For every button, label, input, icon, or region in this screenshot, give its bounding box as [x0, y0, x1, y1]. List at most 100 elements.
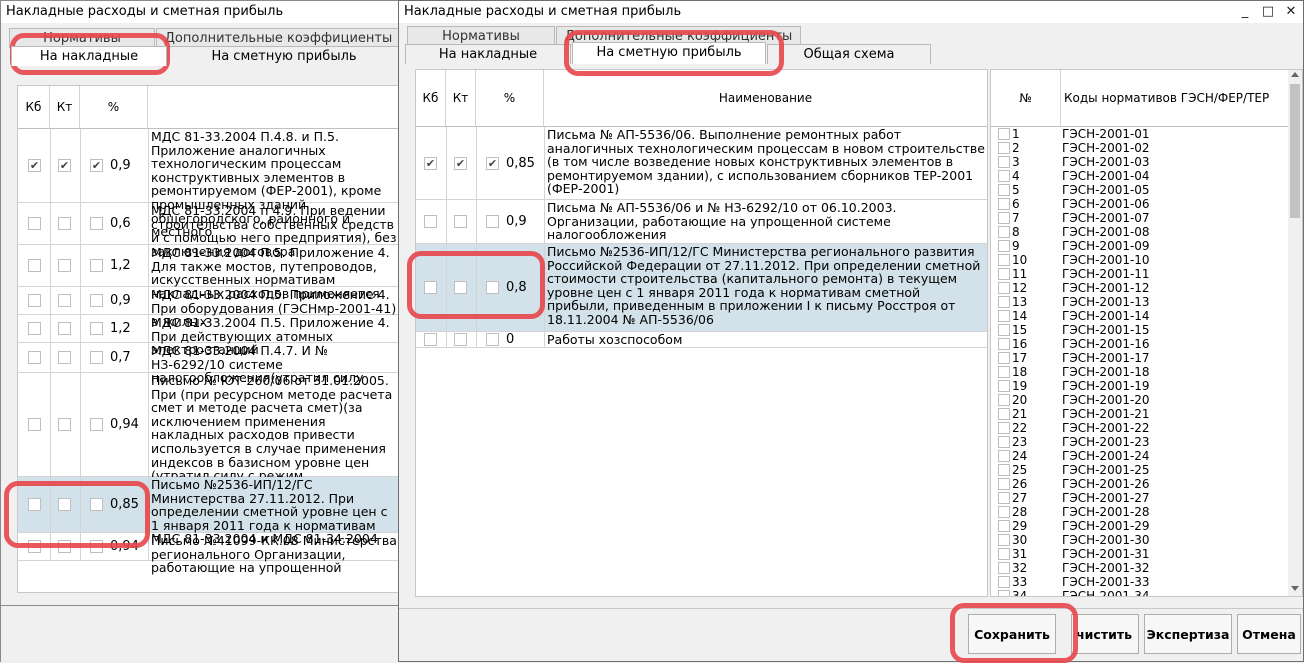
code-item[interactable]: 33 ГЭСН-2001-33 [991, 575, 1271, 589]
tab-overhead[interactable]: На накладные [405, 44, 571, 64]
maximize-icon[interactable]: □ [1260, 4, 1276, 20]
kb-checkbox[interactable] [28, 217, 41, 230]
kb-checkbox[interactable] [28, 351, 41, 364]
code-item[interactable]: 9 ГЭСН-2001-09 [991, 239, 1271, 253]
code-checkbox[interactable] [998, 394, 1010, 406]
code-checkbox[interactable] [998, 212, 1010, 224]
code-item[interactable]: 29 ГЭСН-2001-29 [991, 519, 1271, 533]
code-checkbox[interactable] [998, 590, 1010, 596]
kt-checkbox[interactable] [454, 281, 467, 294]
tab-profit[interactable]: На сметную прибыль [572, 42, 766, 64]
code-item[interactable]: 17 ГЭСН-2001-17 [991, 351, 1271, 365]
code-checkbox[interactable] [998, 352, 1010, 364]
pct-checkbox[interactable] [486, 333, 499, 346]
tab-normatives[interactable]: Нормативы [407, 26, 555, 46]
kb-checkbox[interactable] [28, 294, 41, 307]
kt-checkbox[interactable]: ✔ [454, 157, 467, 170]
pct-checkbox[interactable] [90, 351, 103, 364]
code-item[interactable]: 2 ГЭСН-2001-02 [991, 141, 1271, 155]
close-icon[interactable]: ✕ [1283, 4, 1299, 20]
code-item[interactable]: 27 ГЭСН-2001-27 [991, 491, 1271, 505]
tab-general-scheme[interactable]: Общая схема [767, 44, 931, 64]
code-checkbox[interactable] [998, 156, 1010, 168]
code-checkbox[interactable] [998, 324, 1010, 336]
code-checkbox[interactable] [998, 338, 1010, 350]
code-item[interactable]: 14 ГЭСН-2001-14 [991, 309, 1271, 323]
code-item[interactable]: 10 ГЭСН-2001-10 [991, 253, 1271, 267]
table-row[interactable]: 0,94 Письмо №41099-КК.08 Министерства рег… [18, 533, 400, 574]
table-row[interactable]: 0,8 Письмо №2536-ИП/12/ГС Министерства ре… [416, 244, 987, 332]
code-item[interactable]: 21 ГЭСН-2001-21 [991, 407, 1271, 421]
table-row[interactable]: 1,2 МДС 81-33.2004 П.5. Приложение 4. Для… [18, 245, 400, 300]
scroll-thumb[interactable] [1290, 84, 1300, 218]
kb-checkbox[interactable]: ✔ [424, 157, 437, 170]
pct-checkbox[interactable] [90, 217, 103, 230]
kb-checkbox[interactable] [28, 498, 41, 511]
code-checkbox[interactable] [998, 408, 1010, 420]
table-row[interactable]: 0,94 Письмо № ЮТ-260/06 от 31.01.2005. Пр… [18, 373, 400, 496]
clear-button[interactable]: чистить [1071, 614, 1139, 654]
code-item[interactable]: 15 ГЭСН-2001-15 [991, 323, 1271, 337]
code-item[interactable]: 8 ГЭСН-2001-08 [991, 225, 1271, 239]
code-checkbox[interactable] [998, 576, 1010, 588]
code-checkbox[interactable] [998, 282, 1010, 294]
kb-checkbox[interactable] [28, 259, 41, 272]
kb-checkbox[interactable] [424, 333, 437, 346]
code-item[interactable]: 22 ГЭСН-2001-22 [991, 421, 1271, 435]
kt-checkbox[interactable]: ✔ [58, 159, 71, 172]
kb-checkbox[interactable] [28, 322, 41, 335]
kt-checkbox[interactable] [454, 333, 467, 346]
table-row[interactable]: 0,9 Письма № АП-5536/06 и № НЗ-6292/10 от… [416, 200, 987, 244]
code-item[interactable]: 32 ГЭСН-2001-32 [991, 561, 1271, 575]
pct-checkbox[interactable] [90, 294, 103, 307]
code-checkbox[interactable] [998, 268, 1010, 280]
code-item[interactable]: 31 ГЭСН-2001-31 [991, 547, 1271, 561]
table-row[interactable]: 0,9 МДС 81-33.2004 П.5. Приложение 4. При… [18, 287, 400, 328]
kt-checkbox[interactable] [454, 215, 467, 228]
table-row[interactable]: 0,85 Письмо №2536-ИП/12/ГС Министерства 2… [18, 477, 400, 546]
table-row[interactable]: 0 Работы хозспособом [416, 332, 987, 348]
pct-checkbox[interactable] [90, 498, 103, 511]
table-row[interactable]: ✔ ✔ ✔ 0,9 МДС 81-33.2004 П.4.8. и П.5. Прило… [18, 129, 400, 238]
pct-checkbox[interactable] [486, 215, 499, 228]
kt-checkbox[interactable] [58, 217, 71, 230]
kt-checkbox[interactable] [58, 322, 71, 335]
code-item[interactable]: 7 ГЭСН-2001-07 [991, 211, 1271, 225]
code-checkbox[interactable] [998, 464, 1010, 476]
code-item[interactable]: 20 ГЭСН-2001-20 [991, 393, 1271, 407]
codes-scrollbar[interactable] [1288, 70, 1302, 596]
code-checkbox[interactable] [998, 366, 1010, 378]
code-checkbox[interactable] [998, 240, 1010, 252]
code-checkbox[interactable] [998, 184, 1010, 196]
pct-checkbox[interactable] [90, 259, 103, 272]
code-checkbox[interactable] [998, 450, 1010, 462]
code-item[interactable]: 13 ГЭСН-2001-13 [991, 295, 1271, 309]
pct-checkbox[interactable]: ✔ [90, 159, 103, 172]
back-tab-extra-coefficients[interactable]: Дополнительные коэффициенты [156, 28, 401, 48]
code-checkbox[interactable] [998, 142, 1010, 154]
kb-checkbox[interactable] [28, 418, 41, 431]
code-checkbox[interactable] [998, 492, 1010, 504]
pct-checkbox[interactable] [90, 322, 103, 335]
save-button[interactable]: Сохранить [968, 614, 1056, 654]
table-row[interactable]: 0,6 МДС 81-33.2004 п 4.9. При ведении стр… [18, 203, 400, 258]
kt-checkbox[interactable] [58, 351, 71, 364]
code-item[interactable]: 24 ГЭСН-2001-24 [991, 449, 1271, 463]
table-row[interactable]: 1,2 МДС 81-33.2004 П.5. Приложение 4. При… [18, 315, 400, 356]
pct-checkbox[interactable] [90, 540, 103, 553]
code-item[interactable]: 26 ГЭСН-2001-26 [991, 477, 1271, 491]
code-item[interactable]: 25 ГЭСН-2001-25 [991, 463, 1271, 477]
code-item[interactable]: 1 ГЭСН-2001-01 [991, 127, 1271, 141]
back-tab-overhead[interactable]: На накладные [11, 46, 167, 66]
code-checkbox[interactable] [998, 380, 1010, 392]
code-item[interactable]: 12 ГЭСН-2001-12 [991, 281, 1271, 295]
code-checkbox[interactable] [998, 128, 1010, 140]
code-item[interactable]: 5 ГЭСН-2001-05 [991, 183, 1271, 197]
kt-checkbox[interactable] [58, 259, 71, 272]
kt-checkbox[interactable] [58, 540, 71, 553]
code-item[interactable]: 11 ГЭСН-2001-11 [991, 267, 1271, 281]
code-checkbox[interactable] [998, 548, 1010, 560]
code-checkbox[interactable] [998, 310, 1010, 322]
code-item[interactable]: 16 ГЭСН-2001-16 [991, 337, 1271, 351]
code-checkbox[interactable] [998, 506, 1010, 518]
